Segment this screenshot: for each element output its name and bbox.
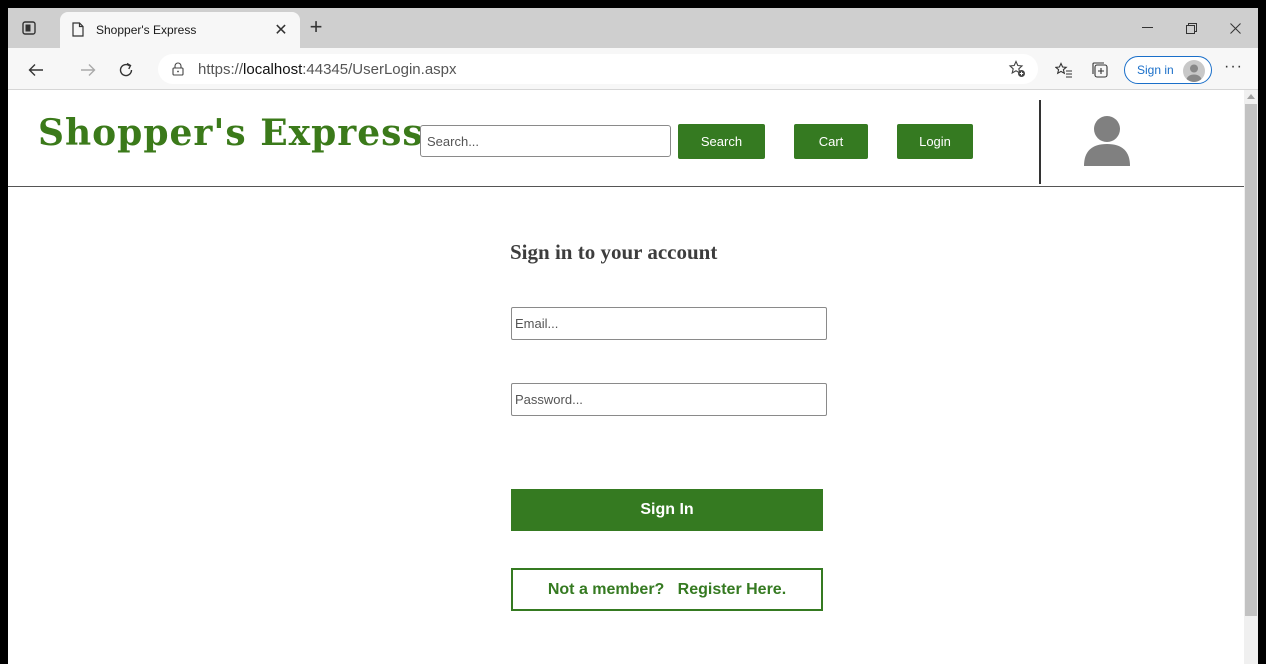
password-field[interactable] xyxy=(511,383,827,416)
profile-avatar-icon xyxy=(1183,60,1205,82)
lock-icon[interactable] xyxy=(172,62,184,81)
register-button[interactable]: Not a member? Register Here. xyxy=(511,568,823,611)
browser-window: Shopper's Express ✕ + https://localhost:… xyxy=(8,8,1258,664)
tab-strip: Shopper's Express ✕ + xyxy=(8,8,1258,48)
browser-toolbar: https://localhost:44345/UserLogin.aspx S… xyxy=(8,48,1258,90)
minimize-icon[interactable] xyxy=(1124,14,1170,42)
plus-icon[interactable]: + xyxy=(304,14,328,39)
login-title: Sign in to your account xyxy=(510,240,718,264)
header-divider xyxy=(1039,100,1041,184)
site-logo[interactable]: Shopper's Express xyxy=(38,112,424,154)
page-icon xyxy=(72,22,84,42)
profile-signin-button[interactable]: Sign in xyxy=(1124,56,1212,84)
window-close-icon[interactable] xyxy=(1212,14,1258,42)
add-favorite-icon[interactable] xyxy=(1008,60,1026,83)
page-scrollbar[interactable] xyxy=(1244,90,1258,664)
url-text: https://localhost:44345/UserLogin.aspx xyxy=(198,61,457,78)
collections-icon[interactable] xyxy=(1088,58,1112,82)
restore-icon[interactable] xyxy=(1168,14,1214,42)
user-avatar-icon[interactable] xyxy=(1084,116,1130,166)
cart-button[interactable]: Cart xyxy=(794,124,868,159)
search-button[interactable]: Search xyxy=(678,124,765,159)
refresh-icon[interactable] xyxy=(112,56,140,84)
login-button[interactable]: Login xyxy=(897,124,973,159)
more-options-button[interactable]: ··· xyxy=(1224,58,1243,76)
tab-title: Shopper's Express xyxy=(96,23,197,37)
favorites-icon[interactable] xyxy=(1052,58,1076,82)
back-icon[interactable] xyxy=(22,56,50,84)
close-icon[interactable]: ✕ xyxy=(270,19,292,41)
search-input[interactable] xyxy=(420,125,671,157)
email-field[interactable] xyxy=(511,307,827,340)
page-viewport: Shopper's Express Search Cart Login Sign… xyxy=(8,90,1258,664)
scrollbar-thumb[interactable] xyxy=(1245,104,1257,616)
site-header: Shopper's Express Search Cart Login xyxy=(8,90,1244,187)
scroll-up-icon[interactable] xyxy=(1247,94,1255,99)
sign-in-button[interactable]: Sign In xyxy=(511,489,823,531)
tab-shoppers-express[interactable]: Shopper's Express ✕ xyxy=(60,12,300,48)
profile-signin-label: Sign in xyxy=(1137,63,1174,77)
forward-icon[interactable] xyxy=(74,56,102,84)
tab-actions-icon[interactable] xyxy=(18,17,40,39)
address-bar[interactable]: https://localhost:44345/UserLogin.aspx xyxy=(158,54,1038,84)
url-host: localhost xyxy=(243,61,303,78)
